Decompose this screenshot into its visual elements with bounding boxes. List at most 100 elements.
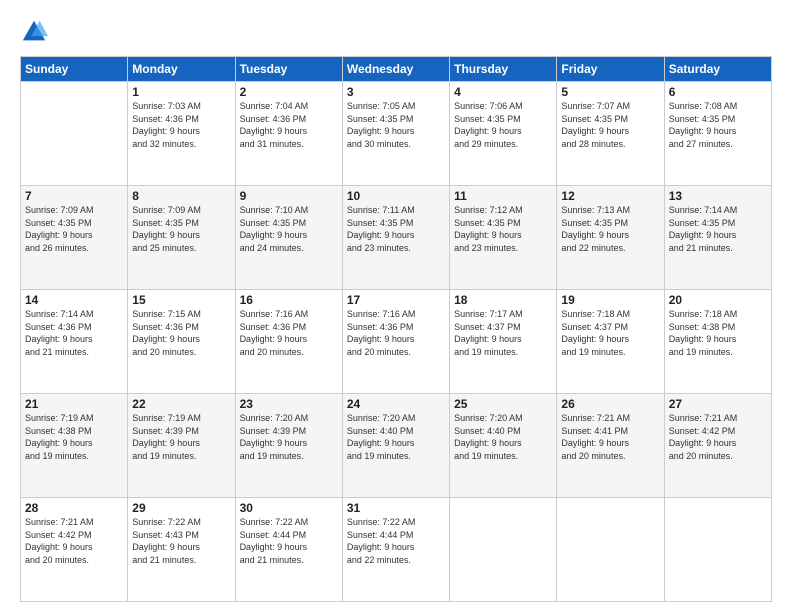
calendar-table: SundayMondayTuesdayWednesdayThursdayFrid… [20, 56, 772, 602]
calendar-day-cell: 1Sunrise: 7:03 AMSunset: 4:36 PMDaylight… [128, 82, 235, 186]
weekday-header: Saturday [664, 57, 771, 82]
day-number: 12 [561, 189, 659, 203]
calendar-day-cell: 13Sunrise: 7:14 AMSunset: 4:35 PMDayligh… [664, 186, 771, 290]
day-info: Sunrise: 7:20 AMSunset: 4:40 PMDaylight:… [347, 412, 445, 462]
day-info: Sunrise: 7:14 AMSunset: 4:35 PMDaylight:… [669, 204, 767, 254]
day-info: Sunrise: 7:20 AMSunset: 4:39 PMDaylight:… [240, 412, 338, 462]
day-info: Sunrise: 7:12 AMSunset: 4:35 PMDaylight:… [454, 204, 552, 254]
day-info: Sunrise: 7:18 AMSunset: 4:37 PMDaylight:… [561, 308, 659, 358]
day-info: Sunrise: 7:03 AMSunset: 4:36 PMDaylight:… [132, 100, 230, 150]
calendar-day-cell: 9Sunrise: 7:10 AMSunset: 4:35 PMDaylight… [235, 186, 342, 290]
calendar-day-cell: 14Sunrise: 7:14 AMSunset: 4:36 PMDayligh… [21, 290, 128, 394]
day-number: 26 [561, 397, 659, 411]
logo-icon [20, 18, 48, 46]
day-info: Sunrise: 7:08 AMSunset: 4:35 PMDaylight:… [669, 100, 767, 150]
day-number: 13 [669, 189, 767, 203]
calendar-day-cell: 11Sunrise: 7:12 AMSunset: 4:35 PMDayligh… [450, 186, 557, 290]
calendar-day-cell: 2Sunrise: 7:04 AMSunset: 4:36 PMDaylight… [235, 82, 342, 186]
calendar-week-row: 21Sunrise: 7:19 AMSunset: 4:38 PMDayligh… [21, 394, 772, 498]
day-info: Sunrise: 7:06 AMSunset: 4:35 PMDaylight:… [454, 100, 552, 150]
day-number: 30 [240, 501, 338, 515]
header [20, 18, 772, 46]
day-number: 1 [132, 85, 230, 99]
weekday-header: Wednesday [342, 57, 449, 82]
day-info: Sunrise: 7:04 AMSunset: 4:36 PMDaylight:… [240, 100, 338, 150]
calendar-day-cell: 20Sunrise: 7:18 AMSunset: 4:38 PMDayligh… [664, 290, 771, 394]
calendar-week-row: 7Sunrise: 7:09 AMSunset: 4:35 PMDaylight… [21, 186, 772, 290]
day-info: Sunrise: 7:16 AMSunset: 4:36 PMDaylight:… [347, 308, 445, 358]
day-number: 29 [132, 501, 230, 515]
day-info: Sunrise: 7:22 AMSunset: 4:44 PMDaylight:… [240, 516, 338, 566]
calendar-day-cell [21, 82, 128, 186]
day-number: 19 [561, 293, 659, 307]
calendar-day-cell: 24Sunrise: 7:20 AMSunset: 4:40 PMDayligh… [342, 394, 449, 498]
day-info: Sunrise: 7:21 AMSunset: 4:42 PMDaylight:… [669, 412, 767, 462]
calendar-day-cell: 30Sunrise: 7:22 AMSunset: 4:44 PMDayligh… [235, 498, 342, 602]
calendar-day-cell: 4Sunrise: 7:06 AMSunset: 4:35 PMDaylight… [450, 82, 557, 186]
calendar-day-cell: 12Sunrise: 7:13 AMSunset: 4:35 PMDayligh… [557, 186, 664, 290]
calendar-day-cell: 7Sunrise: 7:09 AMSunset: 4:35 PMDaylight… [21, 186, 128, 290]
day-info: Sunrise: 7:09 AMSunset: 4:35 PMDaylight:… [25, 204, 123, 254]
day-info: Sunrise: 7:18 AMSunset: 4:38 PMDaylight:… [669, 308, 767, 358]
day-number: 6 [669, 85, 767, 99]
day-number: 10 [347, 189, 445, 203]
day-info: Sunrise: 7:15 AMSunset: 4:36 PMDaylight:… [132, 308, 230, 358]
day-number: 21 [25, 397, 123, 411]
day-info: Sunrise: 7:09 AMSunset: 4:35 PMDaylight:… [132, 204, 230, 254]
calendar-day-cell: 22Sunrise: 7:19 AMSunset: 4:39 PMDayligh… [128, 394, 235, 498]
day-number: 16 [240, 293, 338, 307]
day-number: 4 [454, 85, 552, 99]
calendar-day-cell: 28Sunrise: 7:21 AMSunset: 4:42 PMDayligh… [21, 498, 128, 602]
day-number: 23 [240, 397, 338, 411]
day-number: 18 [454, 293, 552, 307]
day-number: 28 [25, 501, 123, 515]
day-info: Sunrise: 7:11 AMSunset: 4:35 PMDaylight:… [347, 204, 445, 254]
day-number: 22 [132, 397, 230, 411]
day-info: Sunrise: 7:21 AMSunset: 4:41 PMDaylight:… [561, 412, 659, 462]
calendar-day-cell: 19Sunrise: 7:18 AMSunset: 4:37 PMDayligh… [557, 290, 664, 394]
day-number: 17 [347, 293, 445, 307]
calendar-day-cell [450, 498, 557, 602]
header-row: SundayMondayTuesdayWednesdayThursdayFrid… [21, 57, 772, 82]
day-info: Sunrise: 7:16 AMSunset: 4:36 PMDaylight:… [240, 308, 338, 358]
calendar-week-row: 28Sunrise: 7:21 AMSunset: 4:42 PMDayligh… [21, 498, 772, 602]
day-number: 8 [132, 189, 230, 203]
day-info: Sunrise: 7:19 AMSunset: 4:38 PMDaylight:… [25, 412, 123, 462]
day-info: Sunrise: 7:17 AMSunset: 4:37 PMDaylight:… [454, 308, 552, 358]
day-info: Sunrise: 7:21 AMSunset: 4:42 PMDaylight:… [25, 516, 123, 566]
calendar-day-cell: 25Sunrise: 7:20 AMSunset: 4:40 PMDayligh… [450, 394, 557, 498]
day-number: 24 [347, 397, 445, 411]
day-number: 9 [240, 189, 338, 203]
page: SundayMondayTuesdayWednesdayThursdayFrid… [0, 0, 792, 612]
calendar-day-cell [557, 498, 664, 602]
calendar-day-cell: 26Sunrise: 7:21 AMSunset: 4:41 PMDayligh… [557, 394, 664, 498]
day-info: Sunrise: 7:10 AMSunset: 4:35 PMDaylight:… [240, 204, 338, 254]
calendar-day-cell [664, 498, 771, 602]
day-number: 27 [669, 397, 767, 411]
calendar-day-cell: 23Sunrise: 7:20 AMSunset: 4:39 PMDayligh… [235, 394, 342, 498]
weekday-header: Monday [128, 57, 235, 82]
day-info: Sunrise: 7:05 AMSunset: 4:35 PMDaylight:… [347, 100, 445, 150]
weekday-header: Friday [557, 57, 664, 82]
day-number: 14 [25, 293, 123, 307]
day-number: 25 [454, 397, 552, 411]
calendar-day-cell: 16Sunrise: 7:16 AMSunset: 4:36 PMDayligh… [235, 290, 342, 394]
weekday-header: Thursday [450, 57, 557, 82]
calendar-day-cell: 15Sunrise: 7:15 AMSunset: 4:36 PMDayligh… [128, 290, 235, 394]
calendar-header: SundayMondayTuesdayWednesdayThursdayFrid… [21, 57, 772, 82]
weekday-header: Tuesday [235, 57, 342, 82]
calendar-day-cell: 27Sunrise: 7:21 AMSunset: 4:42 PMDayligh… [664, 394, 771, 498]
day-number: 15 [132, 293, 230, 307]
calendar-week-row: 14Sunrise: 7:14 AMSunset: 4:36 PMDayligh… [21, 290, 772, 394]
day-number: 20 [669, 293, 767, 307]
day-info: Sunrise: 7:22 AMSunset: 4:43 PMDaylight:… [132, 516, 230, 566]
day-number: 31 [347, 501, 445, 515]
calendar-day-cell: 3Sunrise: 7:05 AMSunset: 4:35 PMDaylight… [342, 82, 449, 186]
day-number: 5 [561, 85, 659, 99]
day-number: 3 [347, 85, 445, 99]
calendar-day-cell: 29Sunrise: 7:22 AMSunset: 4:43 PMDayligh… [128, 498, 235, 602]
day-info: Sunrise: 7:20 AMSunset: 4:40 PMDaylight:… [454, 412, 552, 462]
calendar-body: 1Sunrise: 7:03 AMSunset: 4:36 PMDaylight… [21, 82, 772, 602]
calendar-day-cell: 18Sunrise: 7:17 AMSunset: 4:37 PMDayligh… [450, 290, 557, 394]
calendar-day-cell: 10Sunrise: 7:11 AMSunset: 4:35 PMDayligh… [342, 186, 449, 290]
